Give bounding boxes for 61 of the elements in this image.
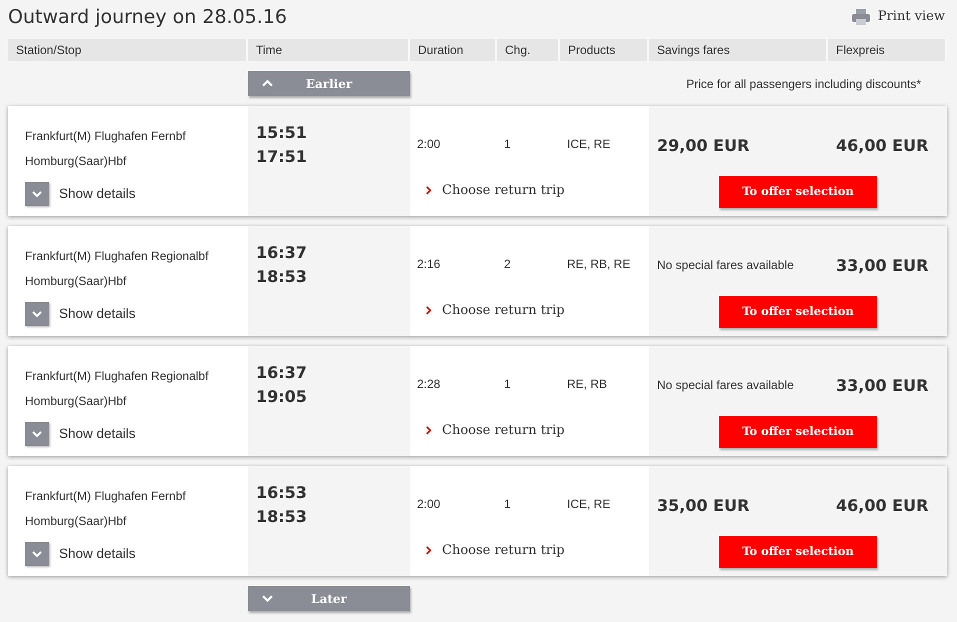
offer-button[interactable]: To offer selection bbox=[719, 176, 877, 208]
station-name: Homburg(Saar)Hbf bbox=[25, 273, 128, 290]
changes-cell: 1 bbox=[497, 466, 560, 532]
departure-time: 16:37 bbox=[256, 362, 308, 384]
chevron-icon bbox=[32, 190, 42, 198]
station-name: Frankfurt(M) Flughafen Fernbf bbox=[25, 128, 187, 145]
chevron-icon bbox=[32, 550, 42, 558]
departure-time: 16:53 bbox=[256, 482, 308, 504]
duration-cell: 2:28 bbox=[410, 346, 497, 412]
printer-icon bbox=[852, 9, 870, 25]
offer-button[interactable]: To offer selection bbox=[719, 416, 877, 448]
price-note: Price for all passengers including discounts* bbox=[685, 76, 922, 92]
station-name: Homburg(Saar)Hbf bbox=[25, 153, 128, 170]
flexpreis-price: 46,00 EUR bbox=[835, 495, 930, 517]
column-header: Station/Stop bbox=[8, 39, 248, 61]
print-link[interactable]: Print view bbox=[852, 7, 945, 27]
column-header: Flexpreis bbox=[828, 39, 947, 61]
station-name: Homburg(Saar)Hbf bbox=[25, 393, 128, 410]
column-header: Duration bbox=[410, 39, 497, 61]
no-fares-note: No special fares available bbox=[656, 377, 795, 394]
arrival-time: 17:51 bbox=[256, 146, 308, 168]
duration-cell: 2:16 bbox=[410, 226, 497, 292]
chevron-icon bbox=[262, 594, 273, 603]
arrival-time: 18:53 bbox=[256, 266, 308, 288]
arrival-time: 19:05 bbox=[256, 386, 308, 408]
column-header: Savings fares bbox=[649, 39, 828, 61]
column-header: Time bbox=[248, 39, 410, 61]
station-name: Frankfurt(M) Flughafen Fernbf bbox=[25, 488, 187, 505]
savings-price: 35,00 EUR bbox=[656, 495, 750, 517]
savings-price: 29,00 EUR bbox=[656, 135, 750, 157]
no-fares-note: No special fares available bbox=[656, 257, 795, 274]
arrival-time: 18:53 bbox=[256, 506, 308, 528]
station-name: Homburg(Saar)Hbf bbox=[25, 513, 128, 530]
column-header: Products bbox=[560, 39, 649, 61]
products-cell: RE, RB bbox=[560, 346, 649, 412]
chevron-icon bbox=[425, 546, 432, 556]
column-header: Chg. bbox=[497, 39, 560, 61]
offer-button[interactable]: To offer selection bbox=[719, 536, 877, 568]
duration-cell: 2:00 bbox=[410, 466, 497, 532]
chevron-icon bbox=[425, 306, 432, 316]
duration-cell: 2:00 bbox=[410, 106, 497, 172]
products-cell: ICE, RE bbox=[560, 106, 649, 172]
products-cell: ICE, RE bbox=[560, 466, 649, 532]
station-name: Frankfurt(M) Flughafen Regionalbf bbox=[25, 248, 210, 265]
chevron-icon bbox=[425, 186, 432, 196]
page-title: Outward journey on 28.05.16 bbox=[8, 5, 287, 30]
station-name: Frankfurt(M) Flughafen Regionalbf bbox=[25, 368, 210, 385]
flexpreis-price: 33,00 EUR bbox=[835, 375, 930, 397]
chevron-icon bbox=[32, 310, 42, 318]
changes-cell: 1 bbox=[497, 106, 560, 172]
flexpreis-price: 33,00 EUR bbox=[835, 255, 930, 277]
flexpreis-price: 46,00 EUR bbox=[835, 135, 930, 157]
departure-time: 16:37 bbox=[256, 242, 308, 264]
offer-button[interactable]: To offer selection bbox=[719, 296, 877, 328]
changes-cell: 1 bbox=[497, 346, 560, 412]
changes-cell: 2 bbox=[497, 226, 560, 292]
departure-time: 15:51 bbox=[256, 122, 308, 144]
products-cell: RE, RB, RE bbox=[560, 226, 649, 292]
chevron-icon bbox=[425, 426, 432, 436]
chevron-icon bbox=[32, 430, 42, 438]
chevron-icon bbox=[262, 79, 273, 88]
